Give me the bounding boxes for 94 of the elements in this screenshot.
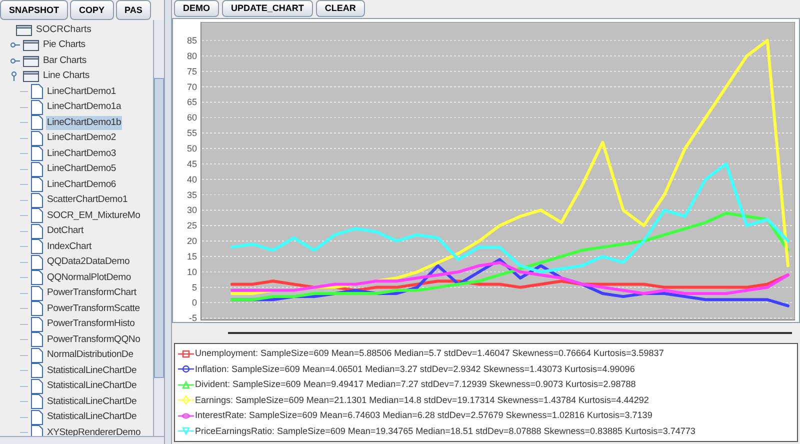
legend-marker-icon (178, 410, 194, 421)
tree-item[interactable]: LineChartDemo1 (46, 84, 118, 99)
folder-icon (23, 70, 39, 82)
document-icon (31, 332, 43, 348)
horizontal-scrollbar[interactable] (0, 436, 164, 444)
toolbar-button[interactable]: PAS (116, 0, 152, 20)
legend-marker-icon (178, 426, 194, 436)
tree-item[interactable]: Bar Charts (42, 54, 88, 68)
document-icon (31, 192, 43, 208)
document-icon (31, 301, 43, 316)
legend-marker-icon (178, 395, 194, 406)
folder-icon (23, 39, 39, 52)
tree-item[interactable]: PowerTransformChart (46, 286, 138, 300)
folder-icon (16, 24, 32, 36)
document-icon (31, 177, 43, 192)
tree-item[interactable]: SOCRCharts (36, 22, 92, 37)
y-axis-label: 40 (186, 174, 197, 184)
toolbar-button[interactable]: SNAPSHOT (0, 0, 68, 20)
tree-item[interactable]: LineChartDemo5 (46, 162, 118, 176)
y-axis-label: 65 (186, 97, 197, 108)
legend-marker-icon (178, 380, 194, 390)
legend-entry: PriceEarningsRatio: SampleSize=609 Mean=19.34765 Median=18.51 stdDev=8.07888 Skewness=0.83885 Kurtosis=3.74773 (195, 424, 696, 438)
toolbar-button[interactable]: DEMO (174, 0, 219, 16)
y-axis-label: 25 (186, 220, 197, 231)
document-icon (31, 254, 43, 270)
toolbar-button[interactable]: CLEAR (316, 0, 365, 16)
y-axis-label: 20 (186, 236, 197, 246)
y-axis-label: 55 (186, 128, 197, 138)
document-icon (31, 100, 43, 115)
tree-item[interactable]: Line Charts (42, 69, 90, 84)
toolbar-button[interactable]: COPY (70, 0, 114, 20)
y-axis-label: 15 (186, 251, 197, 262)
tree-item[interactable]: ScatterChartDemo1 (46, 193, 129, 208)
document-icon (31, 348, 43, 363)
tree-item[interactable]: LineChartDemo6 (46, 178, 118, 192)
tree-item[interactable]: NormalDistributionDe (46, 348, 134, 362)
tree-item[interactable]: PowerTransformQQNo (46, 332, 142, 347)
tree-item[interactable]: StatisticalLineChartDe (46, 410, 138, 424)
collapsed-handle-icon[interactable] (10, 56, 20, 66)
y-axis-label: 5 (192, 282, 197, 292)
y-axis-label: 45 (186, 158, 197, 169)
tree-item[interactable]: LineChartDemo1b (46, 116, 122, 130)
tree-item[interactable]: LineChartDemo3 (46, 146, 118, 161)
y-axis-label: 50 (186, 143, 197, 154)
folder-icon (23, 54, 39, 67)
document-icon (31, 394, 43, 410)
tree-item[interactable]: XYStepRendererDemo (46, 426, 142, 440)
tree-item[interactable]: StatisticalLineChartDe (46, 364, 138, 378)
y-axis-label: 85 (186, 36, 197, 46)
document-icon (31, 162, 43, 177)
y-axis-label: 0 (192, 298, 197, 308)
document-icon (31, 286, 43, 301)
document-icon (31, 146, 43, 162)
y-axis-label: 75 (186, 66, 197, 76)
document-icon (31, 410, 43, 425)
legend-entry: InterestRate: SampleSize=609 Mean=6.74603 Median=6.28 stdDev=2.57679 Skewness=1.02816 Kurtosis=3.7139 (195, 409, 652, 422)
y-axis-label: 80 (186, 50, 197, 61)
y-axis-label: 60 (186, 112, 197, 123)
document-icon (31, 378, 43, 394)
legend-entry: Unemployment: SampleSize=609 Mean=5.88506 Median=5.7 stdDev=1.46047 Skewness=0.76664 Kurtosis=3.59837 (195, 347, 664, 360)
document-icon (31, 115, 43, 130)
tree-item[interactable]: PowerTransformHisto (46, 317, 136, 332)
y-axis-label: 10 (186, 266, 197, 277)
document-icon (31, 130, 43, 146)
y-axis-label: 70 (186, 82, 197, 92)
tree-item[interactable]: LineChartDemo2 (46, 131, 118, 146)
tree-item[interactable]: IndexChart (46, 240, 92, 254)
legend-marker-icon (178, 364, 194, 374)
document-icon (31, 84, 43, 100)
document-icon (31, 363, 43, 378)
legend-marker-icon (178, 348, 194, 359)
tree-item[interactable]: PowerTransformScatte (46, 302, 141, 316)
tree-item[interactable]: StatisticalLineChartDe (46, 379, 138, 394)
legend-entry: Earnings: SampleSize=609 Mean=21.1301 Median=14.8 stdDev=19.17314 Skewness=1.43784 Kurtosis=4.44292 (195, 394, 649, 407)
y-axis-label: 30 (186, 205, 197, 216)
document-icon (31, 208, 43, 224)
collapsed-handle-icon[interactable] (10, 40, 20, 50)
document-icon (31, 270, 43, 286)
tree-item[interactable]: Pie Charts (42, 38, 86, 52)
legend-entry: Divident: SampleSize=609 Mean=9.49417 Median=7.27 stdDev=7.12939 Skewness=0.9073 Kurtosis=2.98788 (195, 378, 636, 391)
toolbar-button[interactable]: UPDATE_CHART (222, 0, 313, 16)
tree-item[interactable]: QQNormalPlotDemo (46, 270, 132, 285)
legend-entry: Inflation: SampleSize=609 Mean=4.06501 Median=3.27 stdDev=2.9342 Skewness=1.43073 Kurtosis=4.99096 (195, 362, 635, 376)
tree-item[interactable]: QQData2DataDemo (46, 255, 131, 270)
y-axis-label: 35 (186, 190, 197, 200)
tree-item[interactable]: LineChartDemo1a (46, 100, 122, 114)
tree-item[interactable]: DotChart (46, 224, 84, 238)
vertical-scrollbar[interactable] (153, 20, 164, 436)
y-axis-label: -5 (188, 313, 197, 322)
document-icon (31, 239, 43, 254)
tree-item[interactable]: SOCR_EM_MixtureMo (46, 208, 142, 223)
document-icon (31, 224, 43, 239)
document-icon (31, 316, 43, 332)
tree-item[interactable]: StatisticalLineChartDe (46, 394, 138, 409)
